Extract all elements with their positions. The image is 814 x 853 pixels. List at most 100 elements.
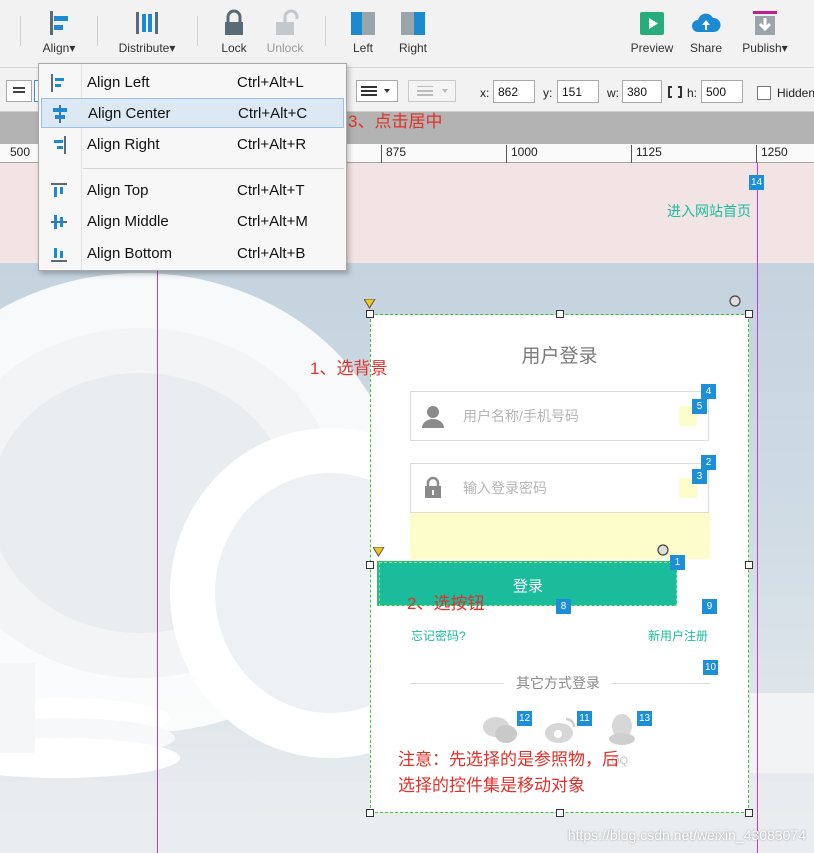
resize-handle[interactable]: [556, 809, 564, 817]
menu-item-label: Align Bottom: [87, 245, 173, 262]
x-label: x:: [480, 86, 490, 100]
play-icon: [637, 8, 667, 38]
distribute-icon: [132, 8, 162, 38]
share-button[interactable]: Share: [686, 8, 726, 55]
right-button[interactable]: Right: [394, 8, 432, 55]
menu-item-align-center[interactable]: Align Center Ctrl+Alt+C: [41, 98, 344, 128]
resize-handle[interactable]: [745, 809, 753, 817]
toolbar-separator: [97, 16, 98, 46]
widget-number-badge: 5: [692, 399, 707, 414]
step1-annotation: 1、选背景: [310, 359, 388, 378]
align-label: Align: [42, 41, 70, 55]
menu-item-align-left[interactable]: Align Left Ctrl+Alt+L: [41, 68, 344, 98]
guide-line: [757, 163, 758, 853]
widget-number-badge: 9: [702, 599, 717, 614]
toolbar-separator: [325, 16, 326, 46]
menu-item-shortcut: Ctrl+Alt+B: [237, 245, 306, 262]
left-label: Left: [352, 41, 373, 55]
note-annotation-line2: 选择的控件集是移动对象: [398, 776, 585, 795]
anchor-marker-icon[interactable]: [364, 299, 376, 309]
w-input[interactable]: [622, 80, 662, 103]
widget-number-badge: 2: [701, 455, 716, 470]
dock-right-icon: [398, 8, 428, 38]
hidden-label: Hidden: [777, 86, 814, 100]
main-toolbar: Align▾ Distribute▾ Lock Unlock Left Righ…: [0, 0, 814, 68]
home-link[interactable]: 进入网站首页: [667, 201, 751, 221]
dropdown-arrow-icon: ▾: [69, 41, 76, 55]
resize-handle[interactable]: [745, 561, 753, 569]
resize-handle[interactable]: [366, 561, 374, 569]
unlock-label: Unlock: [266, 41, 304, 55]
ruler-tick: 1125: [631, 145, 662, 163]
distribute-label: Distribute: [118, 41, 170, 55]
widget-number-badge: 10: [703, 660, 718, 675]
y-input[interactable]: [557, 80, 599, 103]
widget-number-badge: 1: [670, 555, 685, 570]
widget-number-badge: 14: [749, 175, 764, 190]
aspect-lock-icon[interactable]: [667, 85, 683, 99]
align-button[interactable]: Align▾: [36, 8, 82, 55]
menu-separator: [83, 168, 344, 169]
x-input[interactable]: [493, 80, 535, 103]
hidden-checkbox[interactable]: [757, 86, 771, 100]
align-icon: [44, 8, 74, 38]
lock-button[interactable]: Lock: [216, 8, 252, 55]
preview-label: Preview: [630, 41, 674, 55]
dropdown-arrow-icon: ▾: [169, 41, 176, 55]
line-weight-dropdown[interactable]: [408, 80, 456, 102]
menu-item-align-top[interactable]: Align Top Ctrl+Alt+T: [41, 176, 344, 206]
align-top-icon: [51, 183, 67, 197]
share-label: Share: [689, 41, 723, 55]
distribute-button[interactable]: Distribute▾: [113, 8, 181, 55]
resize-handle[interactable]: [366, 809, 374, 817]
menu-item-label: Align Middle: [87, 213, 169, 230]
align-right-icon: [54, 136, 66, 154]
h-label: h:: [687, 86, 698, 100]
menu-item-label: Align Right: [87, 136, 160, 153]
menu-item-label: Align Center: [88, 105, 171, 122]
menu-item-shortcut: Ctrl+Alt+M: [237, 213, 308, 230]
right-label: Right: [398, 41, 427, 55]
menu-item-align-right[interactable]: Align Right Ctrl+Alt+R: [41, 130, 344, 160]
unlock-icon: [270, 8, 300, 38]
resize-handle[interactable]: [745, 310, 753, 318]
dock-left-icon: [348, 8, 378, 38]
left-button[interactable]: Left: [345, 8, 381, 55]
align-middle-icon: [51, 215, 67, 229]
step2-annotation: 2、选按钮: [407, 594, 485, 613]
align-bottom-icon: [51, 248, 67, 262]
widget-number-badge: 12: [517, 711, 532, 726]
menu-item-label: Align Top: [87, 182, 149, 199]
line-style-icon: [361, 86, 390, 96]
ruler-tick: 1000: [506, 145, 538, 163]
rotate-handle-icon[interactable]: [729, 295, 741, 307]
anchor-marker-icon[interactable]: [373, 547, 385, 557]
h-input[interactable]: [701, 80, 743, 103]
text-align-button[interactable]: [6, 80, 32, 102]
unlock-button[interactable]: Unlock: [262, 8, 308, 55]
rotate-handle-icon[interactable]: [657, 544, 669, 556]
widget-number-badge: 11: [577, 711, 592, 726]
dropdown-arrow-icon: ▾: [781, 41, 788, 55]
toolbar-separator: [197, 16, 198, 46]
resize-handle[interactable]: [556, 310, 564, 318]
resize-handle[interactable]: [366, 310, 374, 318]
menu-item-label: Align Left: [87, 74, 150, 91]
border-style-dropdown[interactable]: [356, 80, 398, 102]
lock-label: Lock: [221, 41, 247, 55]
menu-item-shortcut: Ctrl+Alt+T: [237, 182, 305, 199]
cloud-upload-icon: [691, 8, 721, 38]
menu-item-align-bottom[interactable]: Align Bottom Ctrl+Alt+B: [41, 239, 344, 269]
align-left-icon: [51, 74, 64, 92]
line-weight-icon: [417, 86, 448, 96]
publish-icon: [750, 8, 780, 38]
preview-button[interactable]: Preview: [628, 8, 676, 55]
publish-button[interactable]: Publish▾: [737, 8, 793, 55]
menu-item-align-middle[interactable]: Align Middle Ctrl+Alt+M: [41, 207, 344, 237]
text-align-icon: [13, 87, 25, 93]
widget-number-badge: 13: [637, 711, 652, 726]
ruler-tick: 1250: [756, 145, 788, 163]
ruler-tick: 500: [10, 145, 31, 159]
publish-label: Publish: [742, 41, 782, 55]
watermark: https://blog.csdn.net/weixin_43083074: [567, 827, 806, 843]
